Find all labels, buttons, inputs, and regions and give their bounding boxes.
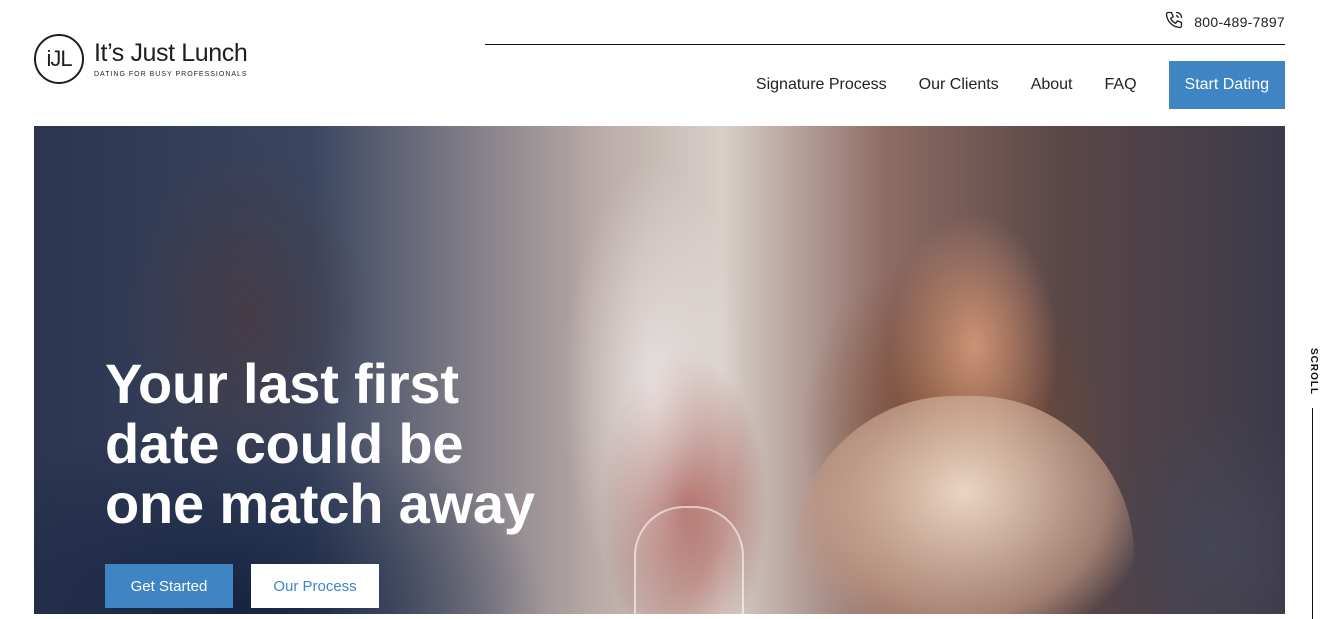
hero-title-line: one match away [105,472,535,535]
logo-tagline: DATING FOR BUSY PROFESSIONALS [94,70,248,78]
hero-photo-glass [634,506,744,614]
nav-faq[interactable]: FAQ [1105,76,1137,94]
hero-actions: Get Started Our Process [105,564,379,608]
header-divider [485,44,1285,45]
logo-mark: iJL [34,34,84,84]
get-started-button[interactable]: Get Started [105,564,233,608]
start-dating-button[interactable]: Start Dating [1168,61,1285,109]
hero-banner: Your last first date could be one match … [34,126,1285,614]
hero-photo-subject [794,396,1134,614]
nav-signature-process[interactable]: Signature Process [756,76,887,94]
scroll-indicator-label[interactable]: SCROLL [1307,348,1319,398]
logo[interactable]: iJL It’s Just Lunch DATING FOR BUSY PROF… [34,34,248,84]
phone-number-link[interactable]: 800-489-7897 [1164,10,1285,33]
scroll-indicator-line [1312,408,1313,619]
hero-title: Your last first date could be one match … [105,354,625,534]
hero-title-line: Your last first [105,352,459,415]
logo-name: It’s Just Lunch [94,39,248,68]
our-process-button[interactable]: Our Process [251,564,379,608]
main-nav: Signature Process Our Clients About FAQ … [756,61,1285,109]
hero-title-line: date could be [105,412,464,475]
nav-our-clients[interactable]: Our Clients [919,76,999,94]
phone-number: 800-489-7897 [1194,13,1285,30]
phone-icon [1164,10,1184,33]
nav-about[interactable]: About [1031,76,1073,94]
